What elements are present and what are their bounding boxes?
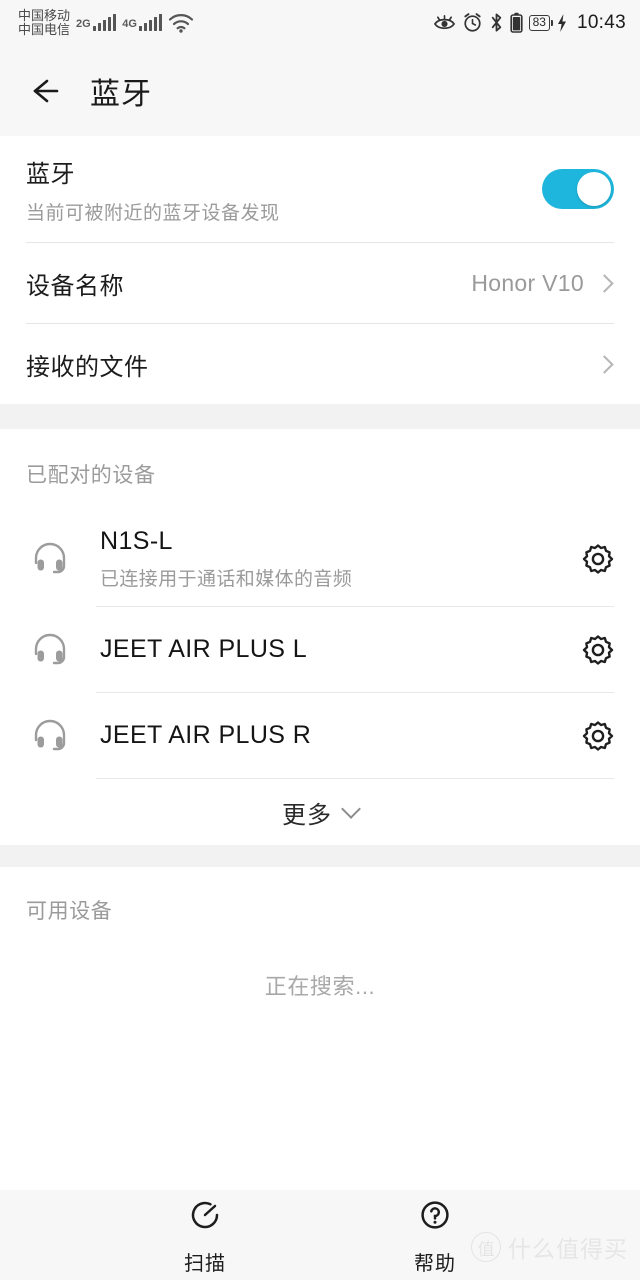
gear-icon[interactable]	[578, 716, 618, 756]
signal-bars-2-icon	[138, 14, 163, 31]
headset-icon	[26, 626, 74, 674]
status-bar-left: 中国移动 中国电信 2G 4G	[18, 9, 194, 36]
carrier-2-label: 中国电信	[18, 21, 71, 37]
received-files-label-wrap: 接收的文件	[26, 347, 598, 382]
chevron-right-icon	[595, 273, 614, 293]
device-name-value: Honor V10	[471, 269, 584, 296]
watermark-text: 什么值得买	[508, 1236, 628, 1262]
title-bar: 蓝牙	[0, 45, 640, 136]
back-arrow-icon[interactable]	[26, 74, 60, 108]
paired-devices-section: 已配对的设备 N1S-L 已连接用于通话和媒体的音频 JEET AIR PLUS…	[0, 429, 640, 845]
battery-percent-label: 83	[528, 14, 554, 31]
scan-button[interactable]: 扫描	[145, 1195, 265, 1276]
paired-device-0-text: N1S-L 已连接用于通话和媒体的音频	[100, 527, 578, 591]
scan-label: 扫描	[184, 1252, 226, 1275]
received-files-label: 接收的文件	[26, 353, 149, 381]
chevron-right-icon	[595, 354, 614, 374]
bluetooth-toggle-row[interactable]: 蓝牙 当前可被附近的蓝牙设备发现	[0, 136, 640, 242]
carrier-1-label: 中国移动	[18, 7, 71, 23]
bluetooth-settings-screen: 中国移动 中国电信 2G 4G 83 10:43 蓝牙 蓝牙 当前可被附近的蓝牙…	[0, 0, 640, 1280]
help-label: 帮助	[414, 1252, 456, 1275]
alarm-clock-icon	[462, 12, 483, 33]
paired-devices-header: 已配对的设备	[26, 464, 156, 487]
received-files-row[interactable]: 接收的文件	[0, 324, 640, 404]
bluetooth-icon	[489, 12, 504, 33]
headset-icon	[26, 535, 74, 583]
signal-group-1: 2G	[76, 14, 117, 31]
chevron-down-icon	[341, 798, 361, 819]
available-devices-section: 可用设备 正在搜索...	[0, 867, 640, 1001]
bottom-action-bar: 扫描 帮助 值 什么值得买	[0, 1190, 640, 1280]
status-bar-right: 83 10:43	[433, 12, 626, 34]
paired-device-2-name: JEET AIR PLUS R	[100, 721, 312, 749]
wifi-icon	[168, 13, 194, 33]
section-gap	[0, 404, 640, 429]
eye-comfort-icon	[433, 13, 456, 33]
paired-device-0-status: 已连接用于通话和媒体的音频	[100, 568, 353, 590]
device-name-label: 设备名称	[26, 272, 124, 300]
available-devices-header: 可用设备	[26, 900, 113, 923]
device-name-row[interactable]: 设备名称 Honor V10	[0, 243, 640, 323]
network-type-2-label: 4G	[122, 18, 137, 30]
device-name-label-wrap: 设备名称	[26, 266, 471, 301]
paired-device-row-1[interactable]: JEET AIR PLUS L	[0, 607, 640, 692]
status-bar: 中国移动 中国电信 2G 4G 83 10:43	[0, 0, 640, 45]
show-more-label: 更多	[282, 801, 332, 829]
watermark-logo-icon: 值	[471, 1232, 501, 1262]
watermark: 值 什么值得买	[471, 1230, 628, 1264]
paired-device-row-0[interactable]: N1S-L 已连接用于通话和媒体的音频	[0, 511, 640, 606]
section-gap	[0, 845, 640, 867]
network-type-1-label: 2G	[76, 18, 91, 30]
gear-icon[interactable]	[578, 539, 618, 579]
searching-status: 正在搜索...	[264, 974, 376, 999]
battery-icon	[509, 12, 523, 33]
paired-device-2-text: JEET AIR PLUS R	[100, 721, 578, 750]
help-question-icon	[415, 1195, 455, 1240]
paired-device-row-2[interactable]: JEET AIR PLUS R	[0, 693, 640, 778]
bluetooth-toggle-title: 蓝牙	[26, 160, 75, 188]
scan-refresh-icon	[185, 1195, 225, 1240]
carrier-names: 中国移动 中国电信	[18, 9, 70, 36]
signal-bars-1-icon	[92, 14, 117, 31]
bluetooth-toggle-text: 蓝牙 当前可被附近的蓝牙设备发现	[26, 154, 542, 225]
bluetooth-toggle-subtitle: 当前可被附近的蓝牙设备发现	[26, 202, 280, 224]
charging-bolt-icon	[556, 13, 568, 33]
paired-device-1-text: JEET AIR PLUS L	[100, 635, 578, 664]
signal-group-2: 4G	[122, 14, 163, 31]
clock-label: 10:43	[576, 11, 626, 33]
bluetooth-toggle-section: 蓝牙 当前可被附近的蓝牙设备发现 设备名称 Honor V10 接收的文件	[0, 136, 640, 404]
paired-device-0-name: N1S-L	[100, 526, 173, 555]
gear-icon[interactable]	[578, 630, 618, 670]
page-title: 蓝牙	[90, 77, 152, 111]
bluetooth-toggle-switch[interactable]	[542, 169, 614, 209]
headset-icon	[26, 712, 74, 760]
toggle-knob	[577, 172, 611, 206]
show-more-button[interactable]: 更多	[0, 779, 640, 845]
paired-device-1-name: JEET AIR PLUS L	[100, 635, 308, 663]
